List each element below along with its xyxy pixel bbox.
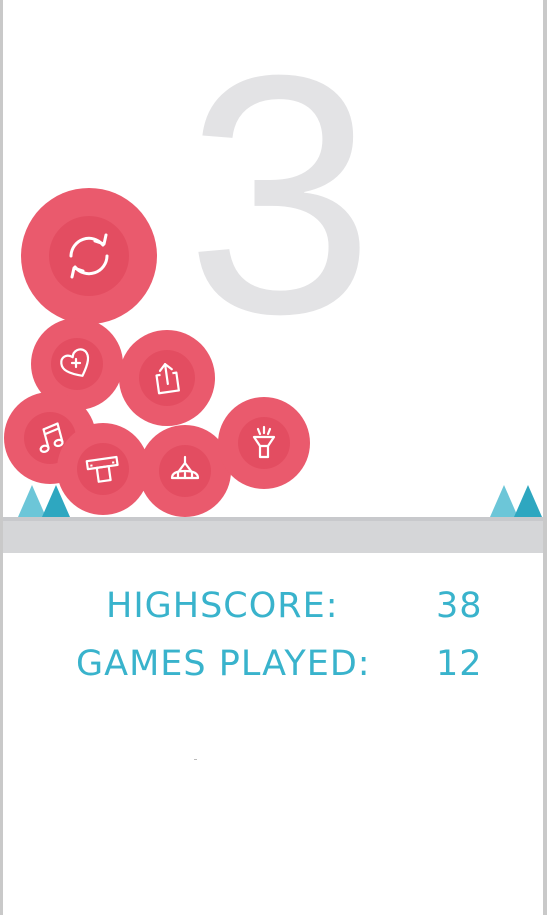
hint-button[interactable] <box>218 397 310 489</box>
current-score: 3 <box>185 5 374 385</box>
restart-button[interactable] <box>21 188 157 324</box>
share-icon <box>155 363 180 395</box>
leaderboard-button[interactable] <box>57 423 149 515</box>
highscore-value: 38 <box>436 586 483 626</box>
heart-plus-icon <box>60 348 90 377</box>
ground-platform <box>3 517 543 553</box>
share-button[interactable] <box>119 330 215 426</box>
divider-dot <box>194 759 197 760</box>
right-frame-border <box>543 0 547 915</box>
games-played-row: GAMES PLAYED: 12 <box>0 644 547 694</box>
ground-edge <box>3 517 543 521</box>
ufo-icon <box>170 455 200 480</box>
flashlight-icon <box>252 425 276 459</box>
spike-right-2 <box>514 485 542 517</box>
highscore-row: HIGHSCORE: 38 <box>0 586 547 636</box>
refresh-icon <box>69 233 109 279</box>
podium-icon <box>85 455 119 483</box>
highscore-label: HIGHSCORE: <box>106 586 339 626</box>
games-played-value: 12 <box>436 644 483 684</box>
left-frame-border <box>0 0 3 915</box>
games-played-label: GAMES PLAYED: <box>76 644 371 684</box>
